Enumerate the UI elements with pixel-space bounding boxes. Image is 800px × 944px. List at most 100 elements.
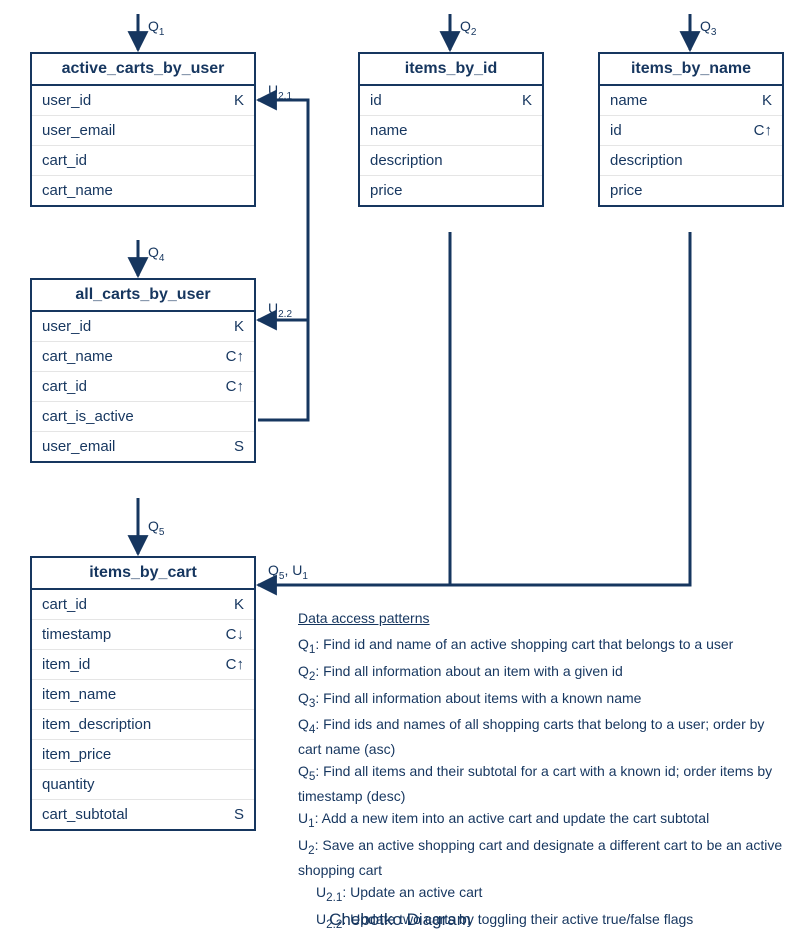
label-q1: Q1: [148, 18, 164, 38]
column-name: description: [610, 152, 742, 169]
pattern-item: U1: Add a new item into an active cart a…: [298, 808, 788, 833]
diagram-canvas: Q1 Q2 Q3 Q4 Q5 U2.1 U2.2 Q5, U1 active_c…: [0, 0, 800, 944]
label-q3: Q3: [700, 18, 716, 38]
table-row: user_emailS: [32, 432, 254, 461]
column-key: K: [214, 596, 244, 613]
pattern-item: U2: Save an active shopping cart and des…: [298, 835, 788, 880]
column-name: cart_id: [42, 378, 214, 395]
column-name: user_email: [42, 438, 214, 455]
table-title: items_by_cart: [32, 558, 254, 590]
column-name: price: [370, 182, 502, 199]
table-body: cart_idKtimestampC↓item_idC↑item_nameite…: [32, 590, 254, 829]
column-name: user_email: [42, 122, 214, 139]
column-name: description: [370, 152, 502, 169]
table-items-by-id: items_by_id idK name description price: [358, 52, 544, 207]
table-row: timestampC↓: [32, 620, 254, 650]
table-row: cart_subtotalS: [32, 800, 254, 829]
table-title: active_carts_by_user: [32, 54, 254, 86]
table-row: description: [600, 146, 782, 176]
column-name: item_id: [42, 656, 214, 673]
column-key: [742, 152, 772, 169]
table-title: items_by_name: [600, 54, 782, 86]
table-body: nameKidC↑descriptionprice: [600, 86, 782, 205]
column-key: K: [214, 92, 244, 109]
column-key: [742, 182, 772, 199]
pattern-item: Q5: Find all items and their subtotal fo…: [298, 761, 788, 806]
table-row: cart_nameC↑: [32, 342, 254, 372]
column-name: cart_subtotal: [42, 806, 214, 823]
column-name: user_id: [42, 92, 214, 109]
column-key: [214, 408, 244, 425]
table-body: idK name description price: [360, 86, 542, 205]
label-q5: Q5: [148, 518, 164, 538]
table-row: user_idK: [32, 312, 254, 342]
column-key: C↑: [742, 122, 772, 139]
column-key: K: [214, 318, 244, 335]
table-row: item_name: [32, 680, 254, 710]
column-key: C↓: [214, 626, 244, 643]
column-key: [214, 122, 244, 139]
column-key: [502, 122, 532, 139]
column-name: cart_id: [42, 596, 214, 613]
data-access-patterns: Data access patterns Q1: Find id and nam…: [298, 608, 788, 936]
pattern-item: U2.1: Update an active cart: [298, 882, 788, 907]
column-name: item_price: [42, 746, 214, 763]
column-name: id: [370, 92, 502, 109]
column-name: cart_name: [42, 182, 214, 199]
column-key: [214, 776, 244, 793]
table-title: items_by_id: [360, 54, 542, 86]
column-key: [214, 182, 244, 199]
table-row: price: [600, 176, 782, 205]
column-name: item_name: [42, 686, 214, 703]
column-key: [214, 716, 244, 733]
table-row: user_idK: [32, 86, 254, 116]
table-row: cart_is_active: [32, 402, 254, 432]
column-name: cart_name: [42, 348, 214, 365]
table-row: nameK: [600, 86, 782, 116]
table-row: idC↑: [600, 116, 782, 146]
table-all-carts-by-user: all_carts_by_user user_idKcart_nameC↑car…: [30, 278, 256, 463]
table-items-by-cart: items_by_cart cart_idKtimestampC↓item_id…: [30, 556, 256, 831]
label-u22: U2.2: [268, 300, 292, 320]
table-row: cart_idK: [32, 590, 254, 620]
column-key: [214, 686, 244, 703]
table-row: user_email: [32, 116, 254, 146]
table-row: price: [360, 176, 542, 205]
label-q2: Q2: [460, 18, 476, 38]
pattern-item: Q4: Find ids and names of all shopping c…: [298, 714, 788, 759]
table-row: idK: [360, 86, 542, 116]
column-name: name: [610, 92, 742, 109]
column-name: id: [610, 122, 742, 139]
table-row: description: [360, 146, 542, 176]
column-name: price: [610, 182, 742, 199]
column-key: [214, 746, 244, 763]
table-items-by-name: items_by_name nameKidC↑descriptionprice: [598, 52, 784, 207]
column-name: timestamp: [42, 626, 214, 643]
column-name: cart_id: [42, 152, 214, 169]
column-key: K: [742, 92, 772, 109]
table-body: user_idKcart_nameC↑cart_idC↑cart_is_acti…: [32, 312, 254, 461]
table-row: quantity: [32, 770, 254, 800]
pattern-item: Q3: Find all information about items wit…: [298, 688, 788, 713]
table-row: item_description: [32, 710, 254, 740]
column-name: item_description: [42, 716, 214, 733]
table-active-carts-by-user: active_carts_by_user user_idKuser_emailc…: [30, 52, 256, 207]
column-key: [502, 182, 532, 199]
pattern-item: Q2: Find all information about an item w…: [298, 661, 788, 686]
table-body: user_idKuser_emailcart_idcart_name: [32, 86, 254, 205]
table-row: cart_id: [32, 146, 254, 176]
patterns-title: Data access patterns: [298, 608, 788, 628]
label-q4: Q4: [148, 244, 164, 264]
column-name: name: [370, 122, 502, 139]
table-row: item_idC↑: [32, 650, 254, 680]
table-title: all_carts_by_user: [32, 280, 254, 312]
column-key: C↑: [214, 378, 244, 395]
patterns-list: Q1: Find id and name of an active shoppi…: [298, 634, 788, 933]
table-row: cart_idC↑: [32, 372, 254, 402]
column-name: quantity: [42, 776, 214, 793]
table-row: item_price: [32, 740, 254, 770]
table-row: cart_name: [32, 176, 254, 205]
column-key: [502, 152, 532, 169]
pattern-item: Q1: Find id and name of an active shoppi…: [298, 634, 788, 659]
table-row: name: [360, 116, 542, 146]
